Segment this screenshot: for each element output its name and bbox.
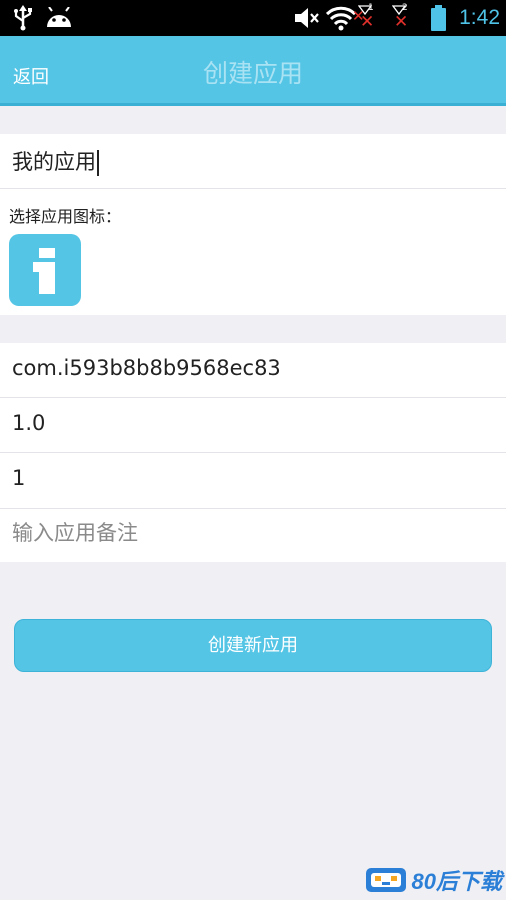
app-name-value: 我的应用 (12, 146, 99, 176)
version-name-value: 1.0 (12, 411, 46, 435)
status-bar: ✕ 1 ✕ 2 ✕ 1:42 (0, 0, 506, 36)
signal-1-x-icon: ✕ (360, 12, 375, 32)
android-icon (45, 0, 73, 36)
mute-icon (294, 0, 320, 36)
icon-select-label: 选择应用图标： (9, 207, 122, 226)
package-name-field[interactable]: com.i593b8b8b9568ec83 (0, 343, 506, 397)
watermark-logo-icon (365, 868, 406, 892)
page-title: 创建应用 (202, 59, 303, 88)
wifi-icon: ✕ (326, 0, 365, 36)
usb-icon (12, 0, 34, 36)
app-icon-option[interactable] (9, 234, 81, 306)
note-field-row (0, 509, 506, 562)
signal-2-x-icon: ✕ (394, 12, 409, 32)
note-field-wrapper (12, 521, 492, 545)
version-code-value: 1 (12, 466, 26, 490)
version-code-field[interactable]: 1 (0, 453, 506, 508)
package-name-value: com.i593b8b8b9568ec83 (12, 356, 281, 380)
watermark: 80后下载 (365, 864, 502, 896)
text-cursor (97, 150, 99, 176)
app-name-field[interactable]: 我的应用 (0, 134, 506, 188)
battery-icon (431, 0, 446, 36)
version-name-field[interactable]: 1.0 (0, 398, 506, 452)
watermark-text: 80后下载 (411, 869, 502, 894)
note-input[interactable] (12, 521, 492, 545)
header-bar: 返回 创建应用 (0, 36, 506, 106)
create-app-button[interactable]: 创建新应用 (14, 619, 492, 672)
clock-time: 1:42 (459, 6, 500, 29)
info-icon (33, 248, 55, 294)
